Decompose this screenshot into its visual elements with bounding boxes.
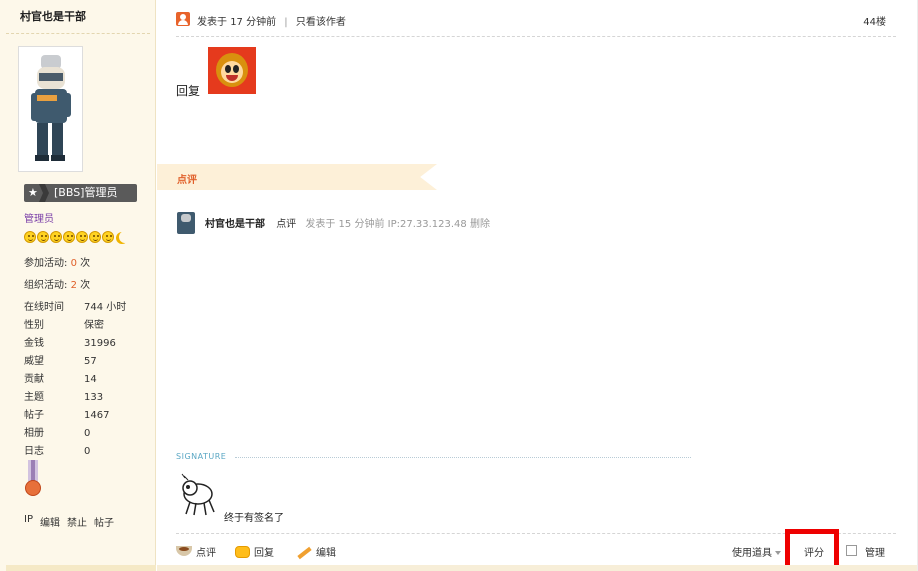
- sun-icon: [50, 231, 62, 243]
- stat-value[interactable]: 1467: [84, 410, 109, 421]
- stat-row: 贡献 14: [24, 370, 144, 385]
- rate-button[interactable]: 评分: [804, 544, 824, 559]
- signature-label: SIGNATURE: [176, 452, 227, 461]
- activity-org-count[interactable]: 2: [71, 280, 77, 291]
- sidebar-footer-bar: [6, 565, 156, 571]
- sun-icon: [37, 231, 49, 243]
- post-meta: 发表于 17 分钟前 | 只看该作者: [197, 13, 346, 28]
- sun-icon: [63, 231, 75, 243]
- user-group-link[interactable]: 管理员: [24, 210, 54, 225]
- activity-join-label: 参加活动:: [24, 258, 68, 269]
- signature-divider: [235, 457, 691, 458]
- comment-section-header: 点评: [157, 164, 437, 190]
- stat-row: 在线时间 744 小时: [24, 298, 144, 313]
- signature-sheep-image: [176, 470, 218, 518]
- stat-row: 性别 保密: [24, 316, 144, 331]
- activity-join-count[interactable]: 0: [71, 258, 77, 269]
- stat-label: 帖子: [24, 410, 44, 421]
- level-icons: [24, 230, 131, 244]
- admin-badge: ★ [BBS]管理员: [24, 184, 137, 202]
- stat-label: 金钱: [24, 338, 44, 349]
- coffee-cup-icon: [176, 546, 192, 557]
- stat-row: 金钱 31996: [24, 334, 144, 349]
- stat-label: 相册: [24, 428, 44, 439]
- stat-value: 57: [84, 356, 97, 367]
- stat-row: 相册 0: [24, 424, 144, 439]
- manage-checkbox[interactable]: [846, 545, 857, 556]
- sun-icon: [76, 231, 88, 243]
- medal-icon[interactable]: [24, 460, 42, 502]
- stat-row: 日志 0: [24, 442, 144, 457]
- post-body: 发表于 17 分钟前 | 只看该作者 44楼 回复 点评 村官也是干部 点评 发…: [157, 0, 918, 571]
- moon-icon: [119, 231, 131, 243]
- user-posts-link[interactable]: 帖子: [94, 514, 114, 529]
- reply-button-label: 回复: [254, 548, 274, 559]
- speech-bubble-icon: [235, 545, 250, 558]
- edit-button[interactable]: 编辑: [296, 544, 336, 559]
- divider: |: [284, 17, 288, 28]
- comment-author[interactable]: 村官也是干部: [205, 219, 265, 230]
- stat-value[interactable]: 133: [84, 392, 103, 403]
- use-tools-dropdown[interactable]: 使用道具: [732, 544, 781, 559]
- activity-join: 参加活动: 0 次: [24, 254, 90, 269]
- stat-label: 日志: [24, 446, 44, 457]
- activity-org-label: 组织活动:: [24, 280, 68, 291]
- reply-button[interactable]: 回复: [235, 544, 274, 559]
- stat-row: 威望 57: [24, 352, 144, 367]
- stat-row: 帖子 1467: [24, 406, 144, 421]
- user-icon: [176, 12, 190, 26]
- signature-text: 终于有签名了: [224, 513, 284, 524]
- ip-link[interactable]: IP: [24, 514, 33, 529]
- admin-badge-label: [BBS]管理员: [54, 186, 118, 199]
- caret-down-icon: [775, 551, 781, 555]
- ban-user-link[interactable]: 禁止: [67, 514, 87, 529]
- admin-links: IP 编辑 禁止 帖子: [24, 514, 114, 529]
- comment-section-title: 点评: [177, 175, 197, 186]
- comment-avatar[interactable]: [177, 212, 195, 234]
- sun-icon: [24, 231, 36, 243]
- activity-join-unit: 次: [80, 258, 91, 269]
- stat-label: 威望: [24, 356, 44, 367]
- sun-icon: [89, 231, 101, 243]
- posted-label: 发表于: [197, 17, 227, 28]
- stat-value[interactable]: 0: [84, 428, 90, 439]
- sun-icon: [102, 231, 114, 243]
- stat-label: 贡献: [24, 374, 44, 385]
- author-sidebar: 村官也是干部 ★ [BBS]管理员 管理员 参加活动: 0 次 组织活动: 2 …: [0, 0, 156, 571]
- use-tools-label: 使用道具: [732, 548, 772, 559]
- manage-label[interactable]: 管理: [865, 544, 885, 559]
- edit-user-link[interactable]: 编辑: [40, 514, 60, 529]
- comment-button[interactable]: 点评: [176, 544, 216, 559]
- posted-time: 17 分钟前: [230, 17, 277, 28]
- monkey-emoticon: [208, 47, 256, 94]
- comment-keyword: 点评: [276, 219, 297, 230]
- comment-meta: 发表于 15 分钟前 IP:27.33.123.48 删除: [305, 219, 490, 230]
- stat-label: 主题: [24, 392, 44, 403]
- stat-value: 744 小时: [84, 302, 127, 313]
- author-username[interactable]: 村官也是干部: [6, 0, 150, 34]
- stat-value: 14: [84, 374, 97, 385]
- floor-number[interactable]: 44楼: [863, 13, 886, 28]
- post-footer-bar: [157, 565, 918, 571]
- activity-organize: 组织活动: 2 次: [24, 276, 90, 291]
- stat-value: 31996: [84, 338, 116, 349]
- stat-label: 性别: [24, 320, 44, 331]
- comment-item: 村官也是干部 点评 发表于 15 分钟前 IP:27.33.123.48 删除: [205, 215, 490, 230]
- comment-button-label: 点评: [196, 548, 216, 559]
- stat-value: 保密: [84, 320, 104, 331]
- stat-value[interactable]: 0: [84, 446, 90, 457]
- chevron-right-icon: [39, 184, 49, 202]
- star-icon: ★: [28, 186, 38, 199]
- activity-org-unit: 次: [80, 280, 91, 291]
- pencil-icon: [296, 546, 312, 558]
- divider: [176, 36, 896, 37]
- author-avatar[interactable]: [18, 46, 83, 172]
- post-content-text: 回复: [176, 84, 201, 98]
- edit-button-label: 编辑: [316, 548, 336, 559]
- stat-row: 主题 133: [24, 388, 144, 403]
- post-header: 发表于 17 分钟前 | 只看该作者 44楼: [176, 9, 896, 29]
- only-author-link[interactable]: 只看该作者: [296, 17, 346, 28]
- stat-label: 在线时间: [24, 302, 64, 313]
